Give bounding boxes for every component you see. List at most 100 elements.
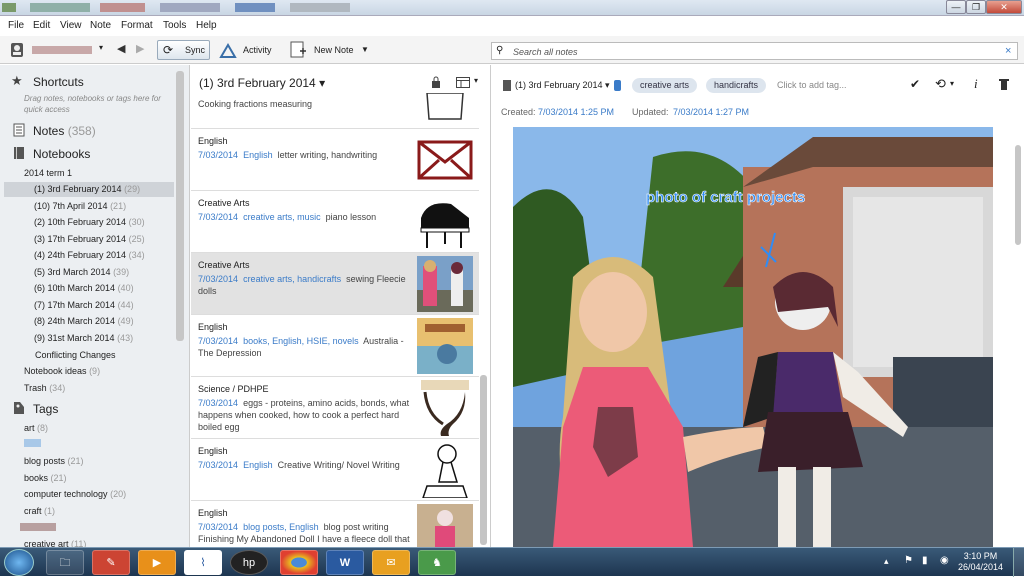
- view-dropdown-icon[interactable]: ▾: [474, 76, 478, 85]
- notebook-icon: [503, 80, 511, 91]
- show-hidden-icons-icon[interactable]: ▴: [884, 556, 889, 567]
- notebook-count: (21): [110, 200, 127, 211]
- sidebar-tag-blog-posts[interactable]: blog posts (21): [24, 456, 84, 466]
- sidebar-tag-books[interactable]: books (21): [24, 473, 67, 483]
- note-card[interactable]: English 7/03/2014 English letter writing…: [191, 129, 479, 191]
- outlook-icon[interactable]: ✉: [372, 550, 410, 575]
- note-tag-handicrafts[interactable]: handicrafts: [706, 78, 767, 93]
- note-date: 7/03/2014: [198, 336, 239, 346]
- flag-icon[interactable]: ⚑: [904, 555, 913, 566]
- note-card-partial[interactable]: Cooking fractions measuring: [191, 93, 479, 129]
- note-notebook-selector[interactable]: (1) 3rd February 2014 ▾: [515, 80, 610, 91]
- battery-icon[interactable]: ▮: [922, 555, 928, 566]
- note-card[interactable]: English 7/03/2014 blog posts, English bl…: [191, 501, 479, 547]
- tags-heading[interactable]: Tags: [33, 402, 58, 416]
- new-note-button[interactable]: New Note: [314, 45, 354, 55]
- sidebar-tag-art[interactable]: art (8): [24, 423, 48, 433]
- start-button[interactable]: [4, 549, 34, 576]
- notebook-label: (2) 10th February 2014: [34, 217, 127, 227]
- sidebar-notebook-item[interactable]: (3) 17th February 2014 (25): [4, 232, 174, 247]
- note-tags: creative arts, handicrafts: [243, 274, 342, 284]
- sidebar-tag-creative-art[interactable]: creative art (11): [24, 539, 86, 547]
- sidebar-notebook-item[interactable]: (1) 3rd February 2014 (29): [4, 182, 174, 197]
- sidebar-notebook-item[interactable]: (8) 24th March 2014 (49): [4, 314, 174, 329]
- note-date: 7/03/2014: [198, 150, 239, 160]
- info-icon[interactable]: i: [974, 76, 978, 92]
- updated-date[interactable]: 7/03/2014 1:27 PM: [673, 107, 749, 117]
- note-date: 7/03/2014: [198, 522, 239, 532]
- forward-arrow-icon[interactable]: ▶: [136, 42, 144, 55]
- sidebar-notebook-item[interactable]: (9) 31st March 2014 (43): [4, 331, 174, 346]
- shortcuts-heading[interactable]: Shortcuts: [33, 75, 84, 89]
- menu-note[interactable]: Note: [90, 20, 111, 31]
- sync-label: Sync: [185, 45, 206, 55]
- app-icon-red[interactable]: ✎: [92, 550, 130, 575]
- maximize-button[interactable]: ❐: [966, 0, 986, 14]
- note-card[interactable]: English 7/03/2014 books, English, HSIE, …: [191, 315, 479, 377]
- view-options-icon[interactable]: [456, 77, 470, 88]
- new-note-dropdown-icon[interactable]: ▼: [361, 45, 369, 54]
- system-clock[interactable]: 3:10 PM 26/04/2014: [958, 551, 1003, 573]
- clear-search-icon[interactable]: ×: [1005, 45, 1011, 57]
- conflicting-changes[interactable]: Conflicting Changes: [35, 350, 116, 360]
- show-desktop-button[interactable]: [1013, 548, 1024, 577]
- activity-button[interactable]: Activity: [243, 45, 272, 55]
- note-tag-creative-arts[interactable]: creative arts: [632, 78, 698, 93]
- share-dropdown-icon[interactable]: ▾: [950, 79, 954, 88]
- search-field[interactable]: ⚲ Search all notes ×: [491, 42, 1018, 60]
- sidebar-item-notes[interactable]: Notes (358): [33, 124, 96, 138]
- user-icon[interactable]: [10, 42, 24, 58]
- account-dropdown-icon[interactable]: ▾: [99, 43, 103, 52]
- chrome-icon[interactable]: [280, 550, 318, 575]
- sidebar-tag-computer-technology[interactable]: computer technology (20): [24, 489, 126, 499]
- note-snippet: Creative Writing/ Novel Writing: [277, 460, 400, 470]
- note-photo[interactable]: photo of craft projects: [513, 127, 993, 547]
- notebook-title-dropdown[interactable]: (1) 3rd February 2014 ▾: [199, 76, 325, 90]
- notebooks-heading[interactable]: Notebooks: [33, 147, 90, 161]
- chart-app-icon[interactable]: ⌇: [184, 550, 222, 575]
- sidebar-item-notebook-ideas[interactable]: Notebook ideas (9): [24, 366, 100, 376]
- note-date: 7/03/2014: [198, 274, 239, 284]
- back-arrow-icon[interactable]: ◀: [117, 42, 125, 55]
- sidebar-notebook-item[interactable]: (5) 3rd March 2014 (39): [4, 265, 174, 280]
- note-list-scrollbar[interactable]: [480, 375, 487, 545]
- menu-tools[interactable]: Tools: [163, 20, 186, 31]
- note-card[interactable]: Creative Arts 7/03/2014 creative arts, m…: [191, 191, 479, 253]
- word-icon[interactable]: W: [326, 550, 364, 575]
- close-window-button[interactable]: ✕: [986, 0, 1022, 14]
- menu-help[interactable]: Help: [196, 20, 217, 31]
- sidebar-notebook-item[interactable]: (6) 10th March 2014 (40): [4, 281, 174, 296]
- notebook-stack[interactable]: 2014 term 1: [24, 168, 72, 178]
- evernote-icon[interactable]: ♞: [418, 550, 456, 575]
- explorer-icon[interactable]: 🗀: [46, 550, 84, 575]
- hp-icon[interactable]: hp: [230, 550, 268, 575]
- network-icon[interactable]: ◉: [940, 555, 949, 566]
- note-title: Creative Arts: [198, 198, 250, 208]
- note-card[interactable]: Science / PDHPE 7/03/2014 eggs - protein…: [191, 377, 479, 439]
- sidebar-item-trash[interactable]: Trash (34): [24, 383, 65, 393]
- add-tag-field[interactable]: Click to add tag...: [777, 80, 847, 90]
- sidebar-notebook-item[interactable]: (2) 10th February 2014 (30): [4, 215, 174, 230]
- sidebar-scrollbar[interactable]: [176, 71, 184, 341]
- sync-button[interactable]: ⟳ Sync: [157, 40, 210, 60]
- reminder-icon[interactable]: ✔: [910, 77, 920, 91]
- created-date[interactable]: 7/03/2014 1:25 PM: [538, 107, 614, 117]
- sidebar-tag-craft[interactable]: craft (1): [24, 506, 55, 516]
- note-tags: English: [243, 150, 273, 160]
- note-card-selected[interactable]: Creative Arts 7/03/2014 creative arts, h…: [191, 253, 479, 315]
- menu-file[interactable]: File: [8, 20, 24, 31]
- sidebar-notebook-item[interactable]: (10) 7th April 2014 (21): [4, 199, 174, 214]
- media-player-icon[interactable]: ▶: [138, 550, 176, 575]
- lock-icon[interactable]: [431, 76, 441, 89]
- trash-icon[interactable]: [999, 78, 1009, 91]
- menu-view[interactable]: View: [60, 20, 82, 31]
- minimize-button[interactable]: —: [946, 0, 966, 14]
- menu-edit[interactable]: Edit: [33, 20, 50, 31]
- sidebar-notebook-item[interactable]: (7) 17th March 2014 (44): [4, 298, 174, 313]
- note-card[interactable]: English 7/03/2014 English Creative Writi…: [191, 439, 479, 501]
- menu-format[interactable]: Format: [121, 20, 153, 31]
- note-scrollbar[interactable]: [1015, 145, 1021, 245]
- notebook-label: (5) 3rd March 2014: [34, 266, 111, 277]
- share-icon[interactable]: ⟲: [935, 76, 946, 92]
- sidebar-notebook-item[interactable]: (4) 24th February 2014 (34): [4, 248, 174, 263]
